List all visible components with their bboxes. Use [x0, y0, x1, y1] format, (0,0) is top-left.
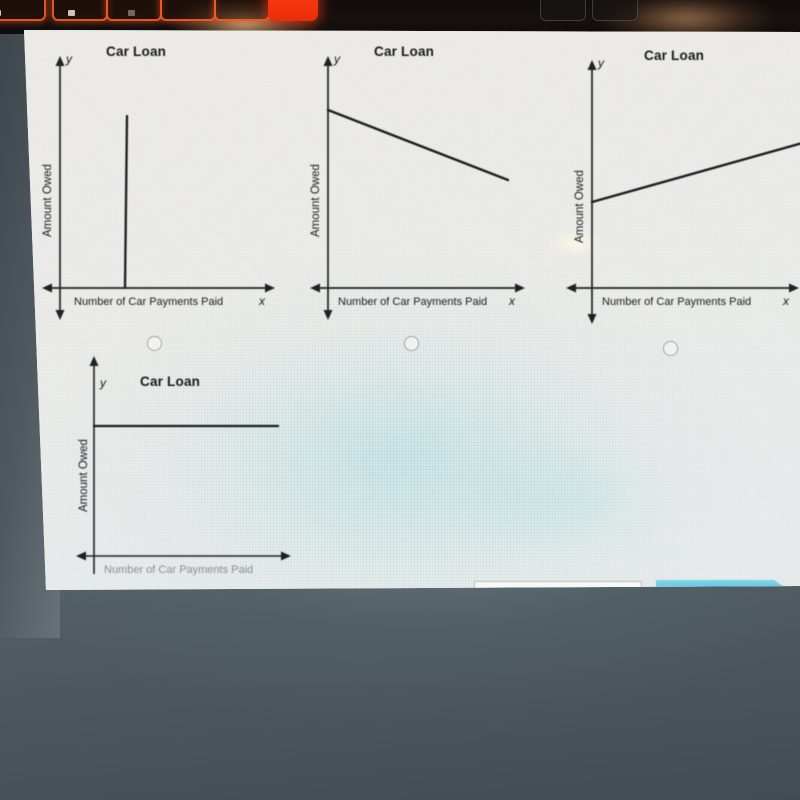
graph-c-x-variable: x — [783, 294, 789, 308]
photo-of-screen: Car Loan Amount Owed Number of Car Payme… — [0, 0, 800, 800]
graph-c-title: Car Loan — [644, 48, 705, 63]
assessment-screen-panel: Car Loan Amount Owed Number of Car Payme… — [24, 30, 800, 590]
answer-choice-graph-d[interactable]: Car Loan Amount Owed Number of Car Payme… — [76, 348, 318, 578]
graph-d-y-variable: y — [100, 376, 106, 390]
graph-b-y-variable: y — [334, 52, 340, 66]
graph-a-x-axis-label: Number of Car Payments Paid — [74, 296, 224, 308]
radio-option-c[interactable] — [663, 341, 678, 356]
keyboard-key — [540, 0, 586, 21]
answer-choice-graph-c[interactable]: Car Loan Amount Owed Number of Car Payme… — [566, 48, 800, 324]
radio-option-b[interactable] — [404, 336, 419, 351]
graph-b-y-axis-label: Amount Owed — [310, 164, 322, 237]
graph-a-title: Car Loan — [106, 44, 167, 59]
graph-b-plot — [310, 56, 525, 320]
graph-a-y-variable: y — [66, 52, 72, 66]
graph-c-y-axis-label: Amount Owed — [574, 170, 586, 243]
keyboard-key — [106, 0, 162, 21]
graph-c-x-axis-label: Number of Car Payments Paid — [602, 296, 752, 308]
answer-choice-graph-a[interactable]: Car Loan Amount Owed Number of Car Payme… — [42, 44, 284, 320]
laptop-keyboard-strip — [0, 0, 800, 34]
graph-d-y-axis-label: Amount Owed — [78, 439, 90, 512]
graph-a-x-variable: x — [259, 294, 265, 308]
keyboard-key — [592, 0, 638, 21]
graph-b-title: Car Loan — [374, 44, 435, 59]
graph-b-x-axis-label: Number of Car Payments Paid — [338, 296, 488, 308]
keyboard-key — [52, 0, 108, 21]
answer-choice-graph-b[interactable]: Car Loan Amount Owed Number of Car Payme… — [310, 44, 552, 320]
graph-a-plot — [42, 56, 275, 320]
graph-c-y-variable: y — [598, 56, 604, 70]
graph-b-x-variable: x — [509, 294, 515, 308]
graph-c-plot — [566, 60, 800, 324]
keyboard-key — [160, 0, 216, 21]
graph-d-title: Car Loan — [140, 374, 201, 389]
graph-a-y-axis-label: Amount Owed — [42, 164, 54, 237]
keyboard-key — [214, 0, 270, 21]
question-content: Car Loan Amount Owed Number of Car Payme… — [24, 30, 800, 590]
keyboard-key-highlighted — [268, 0, 318, 21]
keyboard-key — [0, 0, 46, 21]
